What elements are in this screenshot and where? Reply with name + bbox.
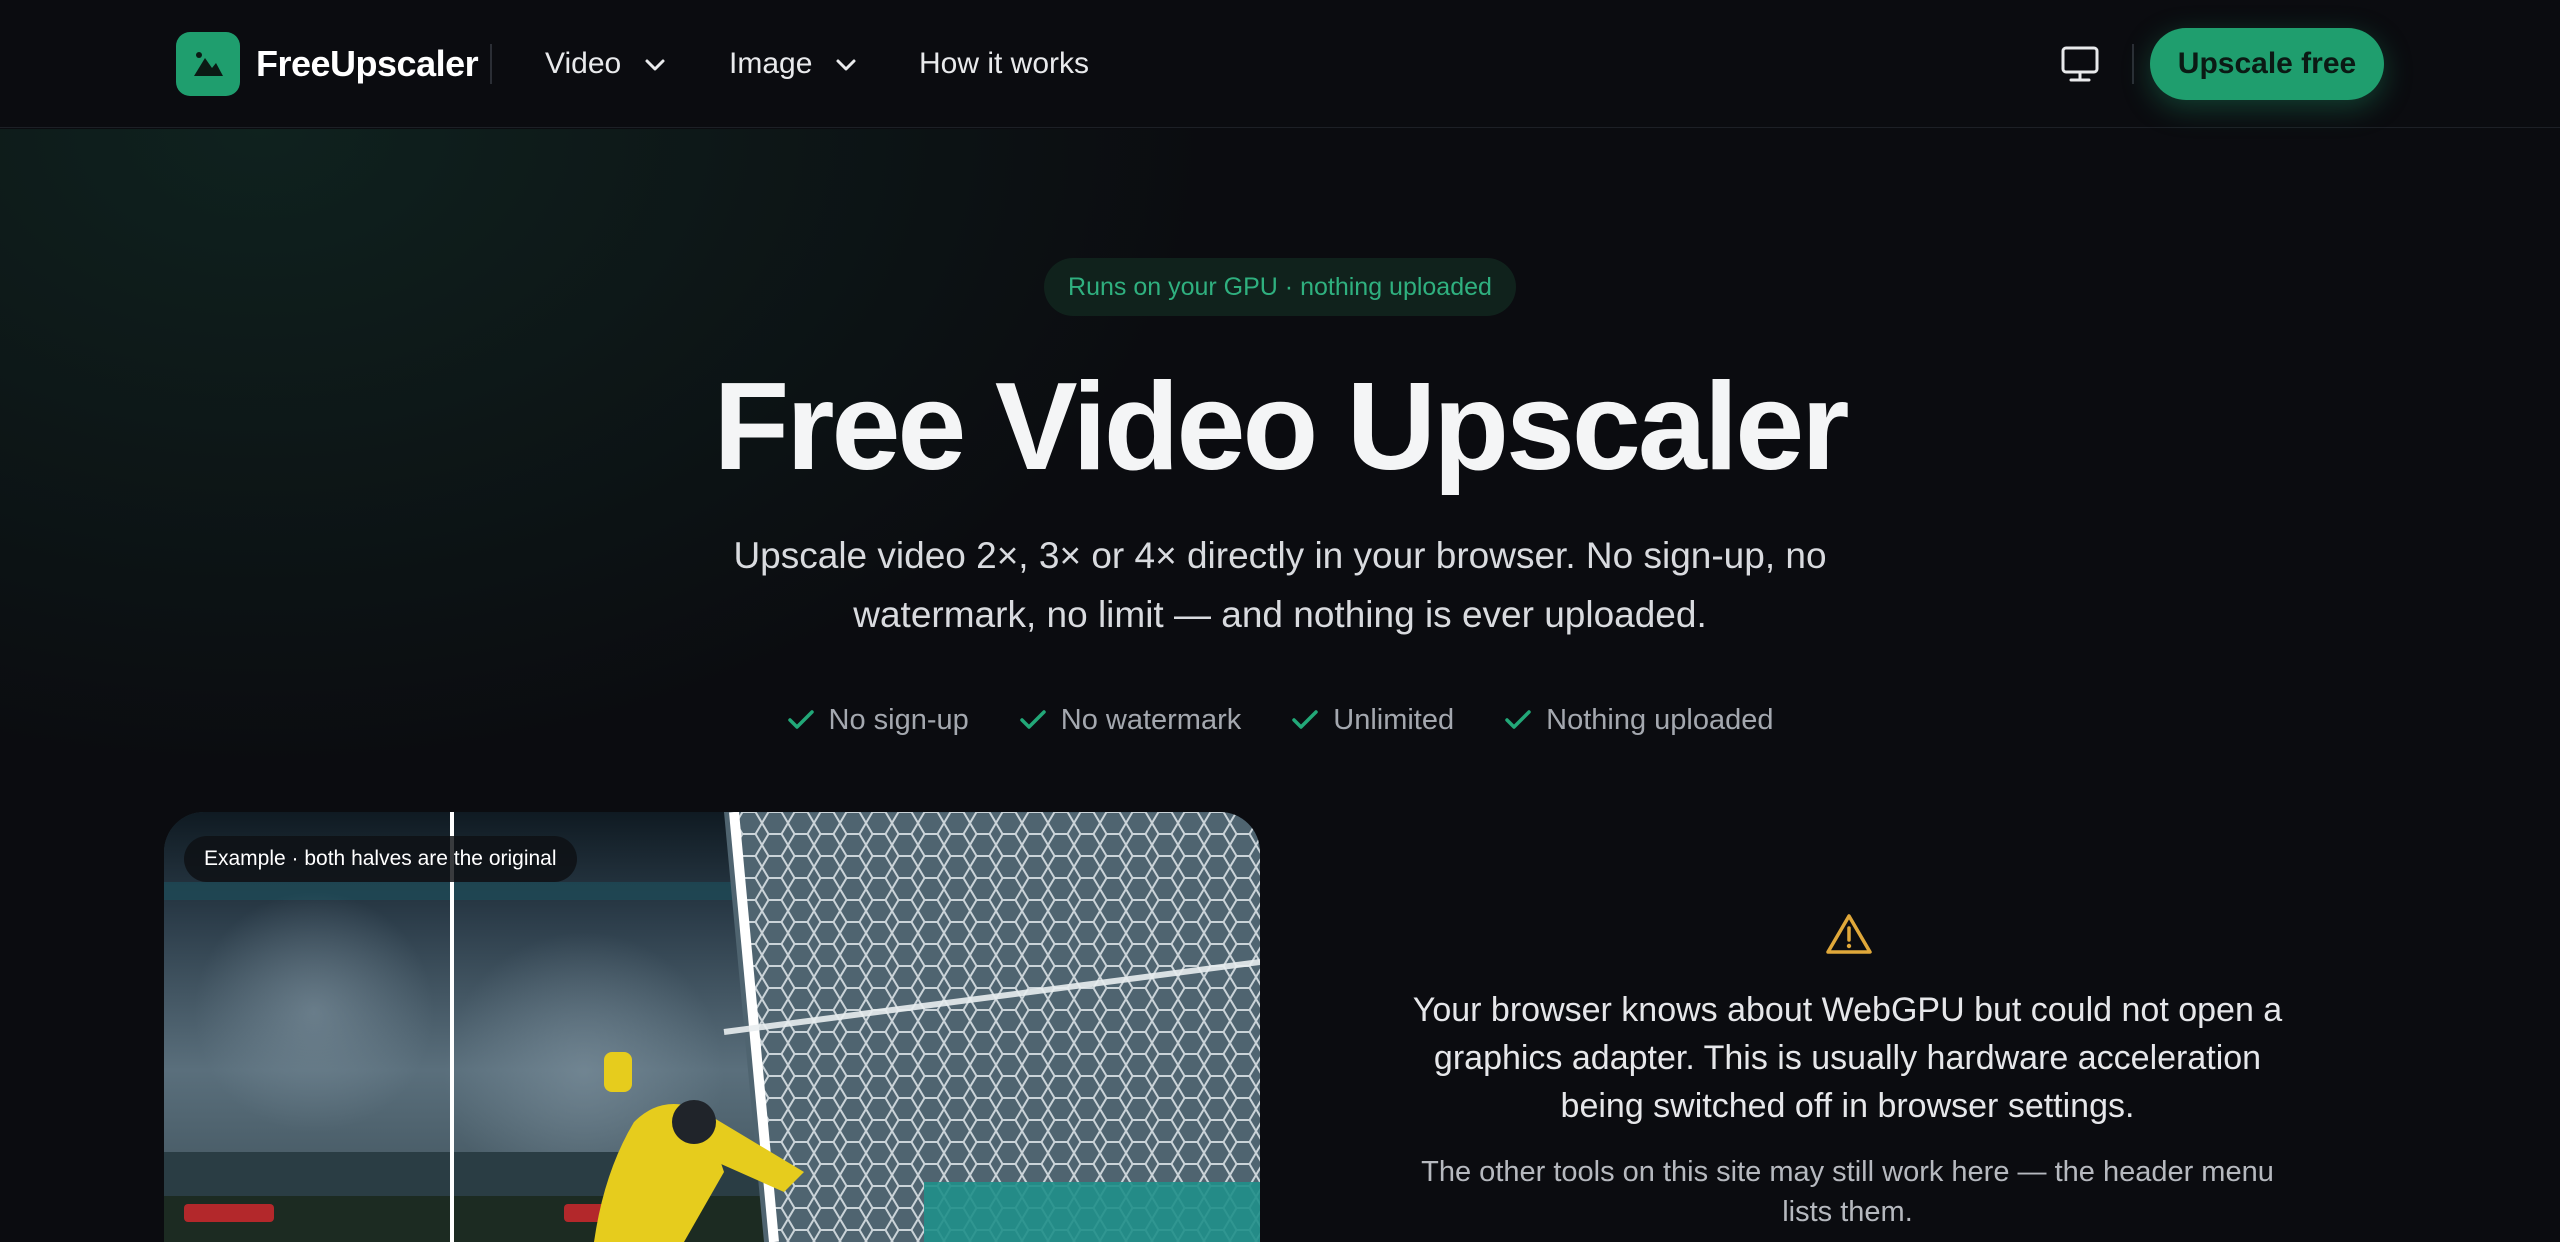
nav-video-label: Video <box>545 47 622 80</box>
check-icon <box>1292 710 1318 729</box>
logo-icon[interactable] <box>176 32 240 96</box>
feature-label: Nothing uploaded <box>1546 703 1774 736</box>
preview-label: Example · both halves are the original <box>184 836 577 882</box>
webgpu-warning-message: Your browser knows about WebGPU but coul… <box>1412 991 2283 1125</box>
webgpu-warning-note: The other tools on this site may still w… <box>1421 1156 2274 1228</box>
brand-name[interactable]: FreeUpscaler <box>256 40 479 88</box>
upscale-free-button[interactable]: Upscale free <box>2150 28 2384 100</box>
feature-item: Nothing uploaded <box>1504 696 1773 744</box>
monitor-icon[interactable] <box>2058 44 2102 84</box>
feature-item: Unlimited <box>1291 696 1454 744</box>
gpu-badge: Runs on your GPU · nothing uploaded <box>1044 258 1516 316</box>
hero-subtitle: Upscale video 2×, 3× or 4× directly in y… <box>733 535 1827 635</box>
warning-triangle-icon <box>1826 914 1872 954</box>
feature-label: No sign-up <box>828 703 969 736</box>
divider <box>490 44 492 84</box>
feature-label: No watermark <box>1060 703 1242 736</box>
chevron-down-icon <box>645 59 665 71</box>
page-title: Free Video Upscaler <box>713 358 1849 496</box>
nav-image-label: Image <box>729 47 813 80</box>
divider <box>2132 44 2134 84</box>
site-header: FreeUpscaler Video Image How it works Up… <box>0 0 2560 128</box>
comparison-preview[interactable]: Example · both halves are the original <box>164 812 1260 1242</box>
nav-image[interactable]: Image <box>729 40 857 88</box>
check-icon <box>787 710 814 729</box>
check-icon <box>1505 710 1531 729</box>
chevron-down-icon <box>836 59 856 71</box>
feature-list: No sign-up No watermark Unlimited Nothin… <box>0 696 2560 744</box>
nav-video[interactable]: Video <box>545 40 666 88</box>
check-icon <box>1020 710 1046 729</box>
feature-label: Unlimited <box>1333 703 1455 736</box>
nav-how-it-works[interactable]: How it works <box>919 40 1089 88</box>
feature-item: No sign-up <box>787 696 969 744</box>
feature-item: No watermark <box>1019 696 1242 744</box>
